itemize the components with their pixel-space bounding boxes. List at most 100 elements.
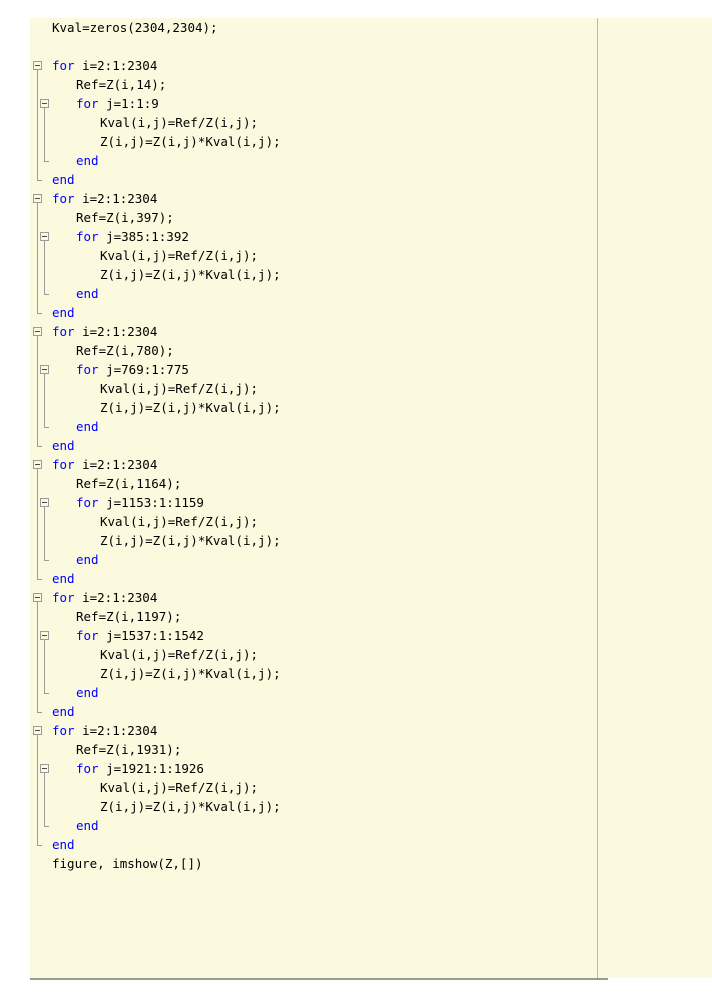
code-line[interactable]: end — [30, 170, 712, 189]
code-line[interactable]: Kval=zeros(2304,2304); — [30, 18, 712, 37]
code-line-text: for j=769:1:775 — [76, 360, 189, 379]
code-line[interactable]: Z(i,j)=Z(i,j)*Kval(i,j); — [30, 265, 712, 284]
code-token: Kval(i,j)=Ref/Z(i,j); — [100, 115, 259, 130]
code-line[interactable]: Z(i,j)=Z(i,j)*Kval(i,j); — [30, 531, 712, 550]
code-token: Kval(i,j)=Ref/Z(i,j); — [100, 647, 259, 662]
code-line-text: for j=385:1:392 — [76, 227, 189, 246]
code-line[interactable]: end — [30, 417, 712, 436]
code-line[interactable]: end — [30, 151, 712, 170]
code-line-text: for i=2:1:2304 — [52, 455, 157, 474]
code-line[interactable]: Z(i,j)=Z(i,j)*Kval(i,j); — [30, 664, 712, 683]
code-line[interactable]: Kval(i,j)=Ref/Z(i,j); — [30, 246, 712, 265]
code-line-text: end — [52, 569, 75, 588]
code-token: i=2:1:2304 — [74, 457, 158, 472]
code-token: i=2:1:2304 — [74, 590, 158, 605]
code-line[interactable]: for i=2:1:2304 — [30, 588, 712, 607]
code-token: Ref=Z(i,397); — [76, 210, 174, 225]
code-line-text: end — [76, 417, 99, 436]
code-token: i=2:1:2304 — [74, 324, 158, 339]
code-line[interactable]: end — [30, 303, 712, 322]
editor-bottom-divider — [30, 978, 608, 980]
code-line[interactable]: end — [30, 569, 712, 588]
code-line[interactable]: for i=2:1:2304 — [30, 322, 712, 341]
code-line-text: Kval(i,j)=Ref/Z(i,j); — [100, 113, 258, 132]
code-line[interactable]: Kval(i,j)=Ref/Z(i,j); — [30, 512, 712, 531]
code-line[interactable]: Z(i,j)=Z(i,j)*Kval(i,j); — [30, 398, 712, 417]
keyword-token: for — [76, 761, 99, 776]
keyword-token: for — [76, 495, 99, 510]
keyword-token: end — [76, 552, 99, 567]
code-token: j=1:1:9 — [98, 96, 159, 111]
code-line[interactable]: end — [30, 436, 712, 455]
code-line[interactable]: end — [30, 702, 712, 721]
code-line[interactable]: Ref=Z(i,1931); — [30, 740, 712, 759]
code-token: Z(i,j)=Z(i,j)*Kval(i,j); — [100, 400, 281, 415]
code-line-text: for j=1921:1:1926 — [76, 759, 204, 778]
code-line-text: end — [52, 702, 75, 721]
code-line-text: end — [52, 170, 75, 189]
code-text-area[interactable]: Kval=zeros(2304,2304); for i=2:1:2304 Ref=… — [30, 18, 712, 978]
code-line[interactable]: for i=2:1:2304 — [30, 189, 712, 208]
code-line[interactable]: Ref=Z(i,780); — [30, 341, 712, 360]
keyword-token: for — [52, 58, 75, 73]
code-line[interactable]: end — [30, 550, 712, 569]
code-line[interactable]: end — [30, 284, 712, 303]
keyword-token: end — [76, 419, 99, 434]
code-line[interactable]: end — [30, 816, 712, 835]
code-line[interactable]: for j=1153:1:1159 — [30, 493, 712, 512]
code-line[interactable]: Ref=Z(i,397); — [30, 208, 712, 227]
code-token: Ref=Z(i,14); — [76, 77, 167, 92]
code-token: j=385:1:392 — [98, 229, 189, 244]
code-token: i=2:1:2304 — [74, 191, 158, 206]
code-line[interactable]: for j=1921:1:1926 — [30, 759, 712, 778]
code-line-text: end — [76, 683, 99, 702]
code-token: Ref=Z(i,1197); — [76, 609, 182, 624]
code-line[interactable]: figure, imshow(Z,[]) — [30, 854, 712, 873]
code-line[interactable]: for j=1537:1:1542 — [30, 626, 712, 645]
code-line-text: Ref=Z(i,1931); — [76, 740, 181, 759]
code-line[interactable]: Ref=Z(i,14); — [30, 75, 712, 94]
code-line[interactable]: for j=1:1:9 — [30, 94, 712, 113]
code-token: Z(i,j)=Z(i,j)*Kval(i,j); — [100, 134, 281, 149]
code-token: j=1153:1:1159 — [98, 495, 204, 510]
code-token: Kval(i,j)=Ref/Z(i,j); — [100, 514, 259, 529]
keyword-token: for — [52, 723, 75, 738]
code-line-text: end — [76, 284, 99, 303]
keyword-token: end — [76, 685, 99, 700]
code-token: j=1921:1:1926 — [98, 761, 204, 776]
code-line-text: for i=2:1:2304 — [52, 56, 157, 75]
code-line-text: end — [52, 436, 75, 455]
code-line-text: for j=1153:1:1159 — [76, 493, 204, 512]
code-line-text: Ref=Z(i,780); — [76, 341, 174, 360]
code-line[interactable]: Ref=Z(i,1197); — [30, 607, 712, 626]
code-line[interactable]: for j=769:1:775 — [30, 360, 712, 379]
code-token: j=1537:1:1542 — [98, 628, 204, 643]
code-line[interactable]: for i=2:1:2304 — [30, 721, 712, 740]
code-token: i=2:1:2304 — [74, 58, 158, 73]
code-line[interactable]: Ref=Z(i,1164); — [30, 474, 712, 493]
code-line[interactable]: for i=2:1:2304 — [30, 56, 712, 75]
code-line[interactable]: Kval(i,j)=Ref/Z(i,j); — [30, 113, 712, 132]
code-token: Ref=Z(i,1164); — [76, 476, 182, 491]
code-line[interactable]: Kval(i,j)=Ref/Z(i,j); — [30, 379, 712, 398]
code-line-text: Ref=Z(i,1197); — [76, 607, 181, 626]
code-line[interactable]: for j=385:1:392 — [30, 227, 712, 246]
code-line-text: for i=2:1:2304 — [52, 322, 157, 341]
code-line-text: Z(i,j)=Z(i,j)*Kval(i,j); — [100, 664, 281, 683]
code-line[interactable]: end — [30, 683, 712, 702]
code-line[interactable]: end — [30, 835, 712, 854]
code-line-text: Kval(i,j)=Ref/Z(i,j); — [100, 246, 258, 265]
code-token: Z(i,j)=Z(i,j)*Kval(i,j); — [100, 533, 281, 548]
editor-window: Kval=zeros(2304,2304); for i=2:1:2304 Ref=… — [0, 0, 712, 994]
keyword-token: end — [52, 571, 75, 586]
code-line[interactable]: Kval(i,j)=Ref/Z(i,j); — [30, 778, 712, 797]
code-line[interactable]: Kval(i,j)=Ref/Z(i,j); — [30, 645, 712, 664]
keyword-token: end — [76, 818, 99, 833]
code-line[interactable]: Z(i,j)=Z(i,j)*Kval(i,j); — [30, 132, 712, 151]
code-line[interactable]: Z(i,j)=Z(i,j)*Kval(i,j); — [30, 797, 712, 816]
keyword-token: for — [76, 229, 99, 244]
code-line[interactable]: for i=2:1:2304 — [30, 455, 712, 474]
code-token: Ref=Z(i,1931); — [76, 742, 182, 757]
code-line[interactable] — [30, 37, 712, 56]
keyword-token: for — [52, 324, 75, 339]
